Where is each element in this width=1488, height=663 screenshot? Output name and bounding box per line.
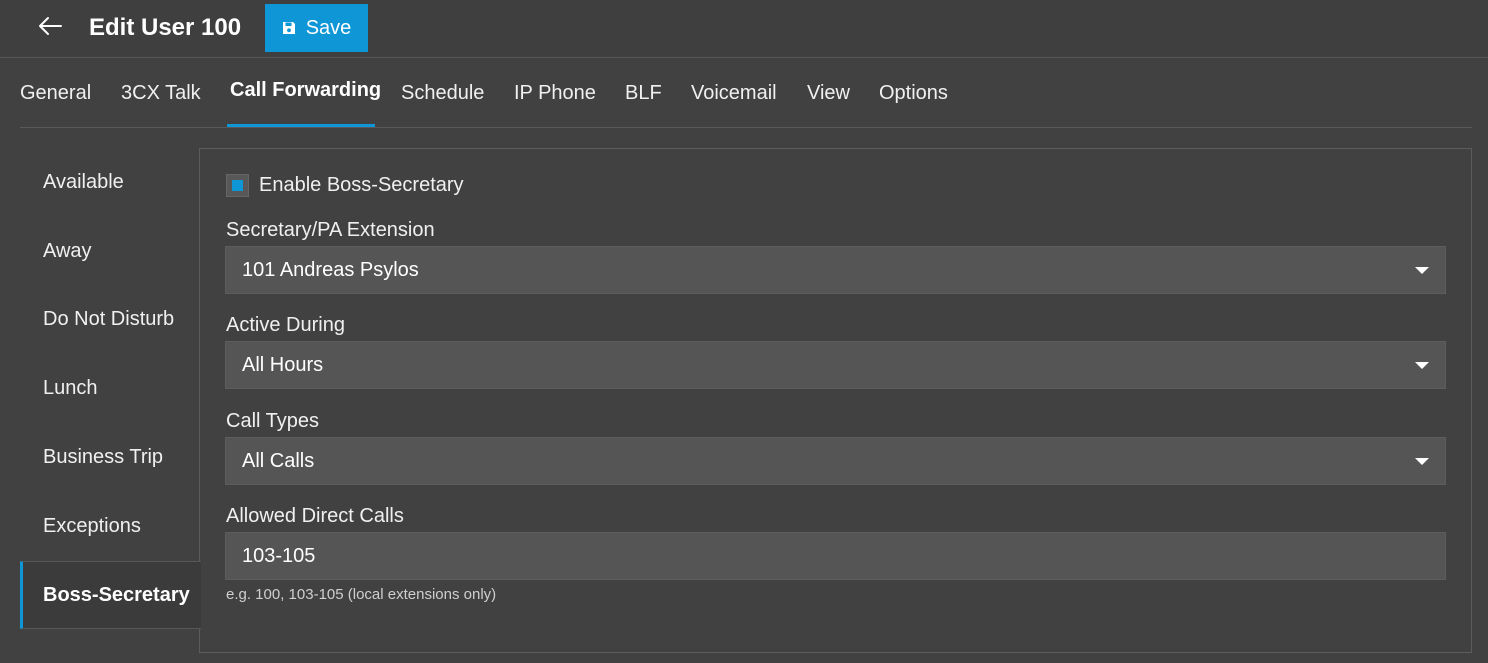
tab-options[interactable]: Options bbox=[879, 58, 948, 128]
active-tab-indicator bbox=[227, 124, 375, 127]
caret-down-icon bbox=[1415, 458, 1429, 465]
tab-3cx-talk[interactable]: 3CX Talk bbox=[121, 58, 201, 128]
enable-boss-secretary-checkbox[interactable] bbox=[226, 174, 249, 197]
tab-schedule[interactable]: Schedule bbox=[401, 58, 484, 128]
side-item-lunch[interactable]: Lunch bbox=[20, 354, 200, 422]
tab-voicemail[interactable]: Voicemail bbox=[691, 58, 777, 128]
tab-ip-phone[interactable]: IP Phone bbox=[514, 58, 596, 128]
top-header: Edit User 100 Save bbox=[0, 0, 1488, 58]
secretary-extension-label: Secretary/PA Extension bbox=[226, 219, 435, 241]
call-types-value: All Calls bbox=[242, 449, 315, 472]
enable-boss-secretary-label: Enable Boss-Secretary bbox=[259, 174, 464, 196]
side-item-exceptions[interactable]: Exceptions bbox=[20, 492, 200, 560]
tab-bar: General 3CX Talk Call Forwarding Schedul… bbox=[20, 58, 1472, 128]
call-types-label: Call Types bbox=[226, 410, 320, 432]
caret-down-icon bbox=[1415, 267, 1429, 274]
side-item-business-trip[interactable]: Business Trip bbox=[20, 423, 200, 491]
allowed-direct-calls-label: Allowed Direct Calls bbox=[226, 505, 404, 527]
secretary-extension-select[interactable]: 101 Andreas Psylos bbox=[225, 246, 1446, 294]
tab-general[interactable]: General bbox=[20, 58, 91, 128]
secretary-extension-value: 101 Andreas Psylos bbox=[242, 258, 419, 281]
caret-down-icon bbox=[1415, 362, 1429, 369]
side-item-available[interactable]: Available bbox=[20, 148, 200, 216]
enable-boss-secretary-row[interactable]: Enable Boss-Secretary bbox=[226, 174, 464, 197]
checkbox-checked-mark bbox=[232, 180, 243, 191]
active-during-label: Active During bbox=[226, 314, 345, 336]
allowed-direct-calls-hint: e.g. 100, 103-105 (local extensions only… bbox=[226, 586, 497, 603]
tab-view[interactable]: View bbox=[807, 58, 850, 128]
back-button[interactable] bbox=[32, 12, 68, 44]
tab-blf[interactable]: BLF bbox=[625, 58, 662, 128]
side-item-do-not-disturb[interactable]: Do Not Disturb bbox=[20, 285, 200, 353]
floppy-disk-icon bbox=[282, 21, 296, 35]
save-button-label: Save bbox=[305, 16, 352, 39]
active-during-value: All Hours bbox=[242, 353, 324, 376]
arrow-left-icon bbox=[37, 16, 63, 41]
save-button[interactable]: Save bbox=[265, 4, 368, 52]
tab-call-forwarding[interactable]: Call Forwarding bbox=[230, 58, 381, 128]
page-title: Edit User 100 bbox=[89, 14, 242, 41]
allowed-direct-calls-input[interactable]: 103-105 bbox=[225, 532, 1446, 580]
active-during-select[interactable]: All Hours bbox=[225, 341, 1446, 389]
side-item-away[interactable]: Away bbox=[20, 217, 200, 285]
allowed-direct-calls-value: 103-105 bbox=[242, 544, 316, 567]
side-item-boss-secretary[interactable]: Boss-Secretary bbox=[20, 561, 201, 629]
call-types-select[interactable]: All Calls bbox=[225, 437, 1446, 485]
boss-secretary-panel: Enable Boss-Secretary Secretary/PA Exten… bbox=[199, 148, 1472, 653]
